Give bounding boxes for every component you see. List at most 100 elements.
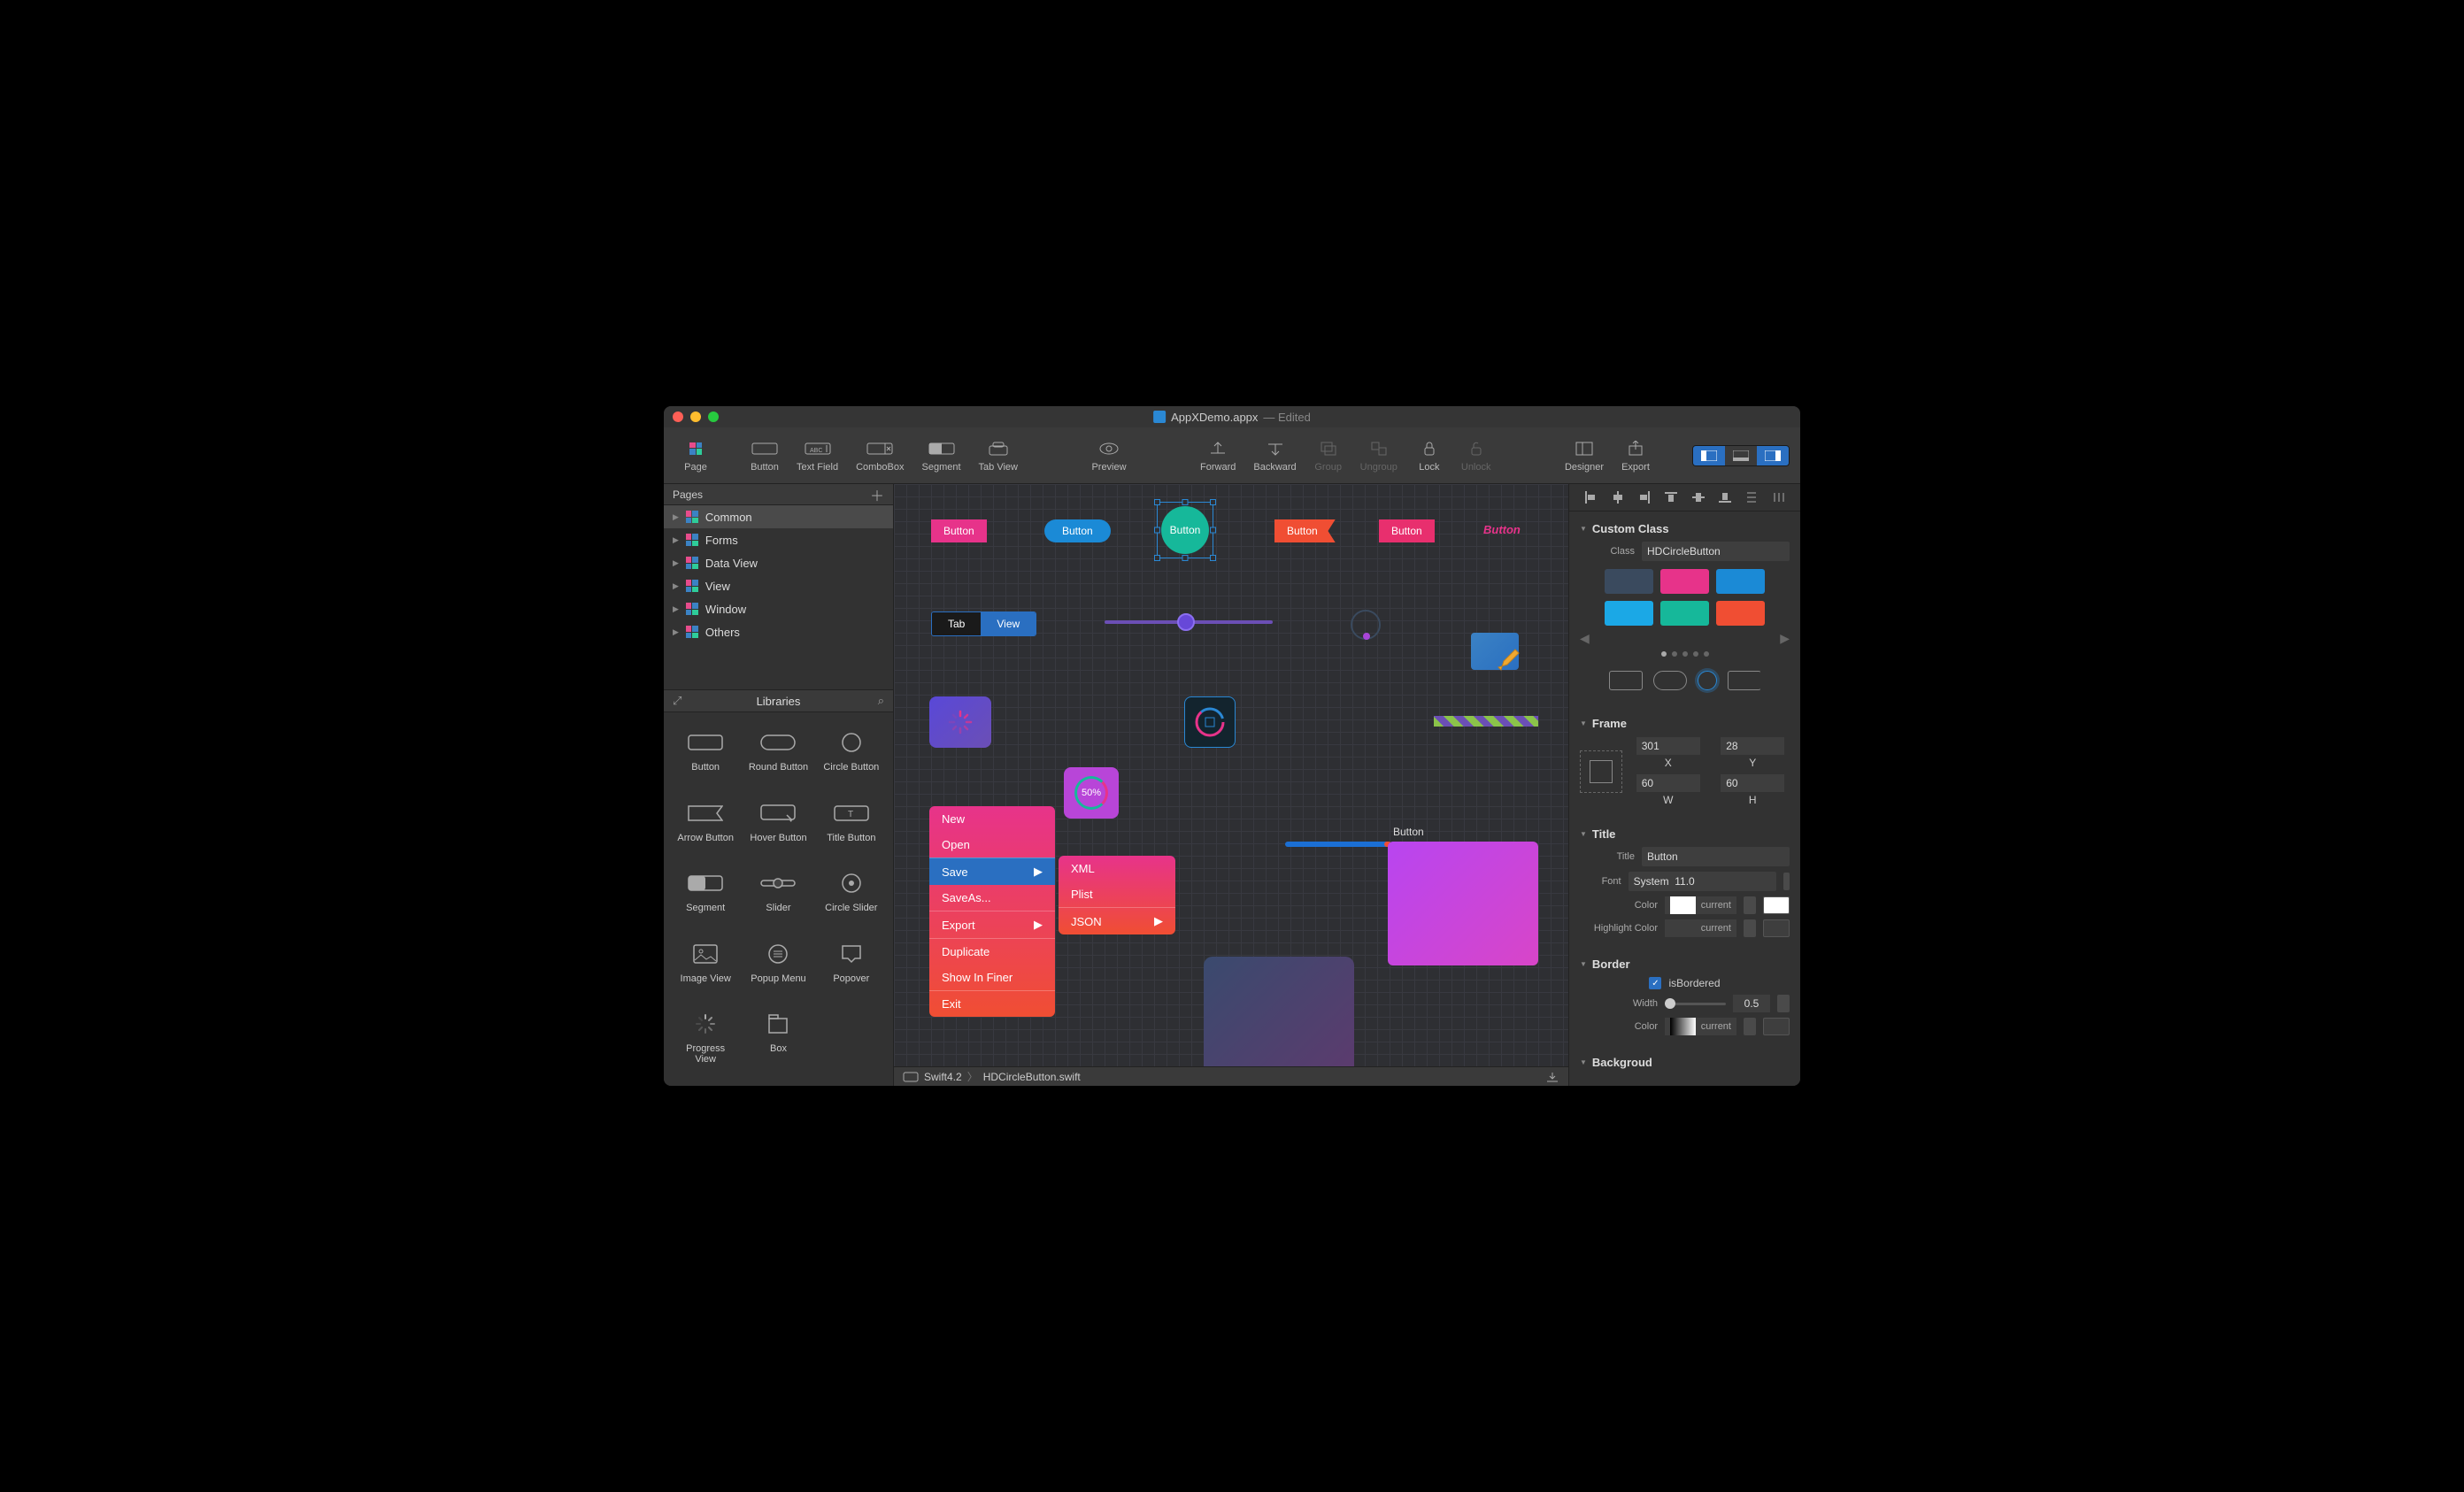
- swatch-1[interactable]: [1605, 569, 1653, 594]
- canvas-progress-3[interactable]: [1184, 696, 1236, 748]
- swatch-6[interactable]: [1716, 601, 1765, 626]
- frame-x-input[interactable]: [1636, 737, 1700, 755]
- swatch-4[interactable]: [1605, 601, 1653, 626]
- lib-circle-slider[interactable]: Circle Slider: [817, 860, 886, 927]
- frame-w-input[interactable]: [1636, 774, 1700, 792]
- page-item-dataview[interactable]: ▶Data View: [664, 551, 893, 574]
- menu-save[interactable]: Save▶: [929, 858, 1055, 885]
- segment-tool[interactable]: Segment: [915, 439, 968, 473]
- shape-circle[interactable]: [1698, 671, 1717, 690]
- download-icon[interactable]: [1545, 1071, 1559, 1083]
- bordered-checkbox[interactable]: ✓: [1649, 977, 1661, 989]
- canvas-button-circle[interactable]: Button: [1161, 506, 1209, 554]
- canvas-progress-bar[interactable]: [1285, 842, 1391, 847]
- font-input[interactable]: [1629, 872, 1776, 891]
- menu-open[interactable]: Open: [929, 832, 1055, 858]
- minimize-window-button[interactable]: [690, 411, 701, 422]
- border-color-well[interactable]: [1763, 1018, 1790, 1035]
- view-bottom-panel-toggle[interactable]: [1725, 446, 1757, 465]
- canvas-progress-stripes[interactable]: [1434, 716, 1538, 727]
- tabview-tool[interactable]: Tab View: [972, 439, 1025, 473]
- button-tool[interactable]: Button: [743, 439, 786, 473]
- breadcrumb-lang[interactable]: Swift4.2: [924, 1071, 962, 1083]
- add-page-button[interactable]: ＋: [870, 484, 884, 505]
- lib-image-view[interactable]: Image View: [671, 931, 740, 998]
- canvas-button-arrow[interactable]: Button: [1274, 519, 1336, 542]
- lib-box[interactable]: Box: [743, 1001, 812, 1079]
- canvas-button-blue[interactable]: Button: [1044, 519, 1111, 542]
- lib-popover[interactable]: Popover: [817, 931, 886, 998]
- expand-icon[interactable]: ⤢: [673, 694, 681, 708]
- align-top-icon[interactable]: [1665, 491, 1677, 504]
- frame-diagram[interactable]: [1580, 750, 1622, 793]
- lock-tool[interactable]: Lock: [1408, 439, 1451, 473]
- canvas-circle-slider[interactable]: [1351, 610, 1381, 640]
- frame-h-input[interactable]: [1721, 774, 1784, 792]
- lib-slider[interactable]: Slider: [743, 860, 812, 927]
- menu-new[interactable]: New: [929, 806, 1055, 832]
- title-color-picker[interactable]: current: [1665, 896, 1736, 914]
- canvas-submenu[interactable]: XML Plist JSON▶: [1059, 856, 1175, 934]
- canvas[interactable]: Button Button Button Button Button Butto…: [894, 484, 1568, 1086]
- preview-tool[interactable]: Preview: [1084, 439, 1133, 473]
- shape-rounded[interactable]: [1653, 671, 1687, 690]
- border-color-picker[interactable]: current: [1665, 1018, 1736, 1035]
- align-right-icon[interactable]: [1638, 491, 1651, 504]
- page-item-common[interactable]: ▶Common: [664, 505, 893, 528]
- canvas-segment[interactable]: TabView: [931, 611, 1036, 636]
- highlight-color-picker[interactable]: current: [1665, 919, 1736, 937]
- highlight-color-well[interactable]: [1763, 919, 1790, 937]
- lib-hover-button[interactable]: Hover Button: [743, 790, 812, 858]
- lib-arrow-button[interactable]: Arrow Button: [671, 790, 740, 858]
- canvas-button-pink[interactable]: Button: [931, 519, 987, 542]
- canvas-slider[interactable]: [1105, 620, 1273, 624]
- lib-circle-button[interactable]: Circle Button: [817, 719, 886, 787]
- align-left-icon[interactable]: [1584, 491, 1597, 504]
- lib-title-button[interactable]: TTitle Button: [817, 790, 886, 858]
- title-color-stepper[interactable]: [1744, 896, 1756, 914]
- menu-export[interactable]: Export▶: [929, 911, 1055, 938]
- canvas-button-hover[interactable]: Button: [1379, 519, 1435, 542]
- maximize-window-button[interactable]: [708, 411, 719, 422]
- menu-showinfiner[interactable]: Show In Finer: [929, 965, 1055, 990]
- submenu-xml[interactable]: XML: [1059, 856, 1175, 881]
- lib-popup-menu[interactable]: Popup Menu: [743, 931, 812, 998]
- view-left-panel-toggle[interactable]: [1693, 446, 1725, 465]
- title-input[interactable]: [1642, 847, 1790, 866]
- distribute-h-icon[interactable]: [1745, 491, 1758, 504]
- border-width-input[interactable]: [1733, 995, 1770, 1012]
- swatch-next[interactable]: ▶: [1780, 631, 1790, 646]
- canvas-image-view[interactable]: [1471, 633, 1519, 670]
- canvas-progress-1[interactable]: [929, 696, 991, 748]
- page-item-others[interactable]: ▶Others: [664, 620, 893, 643]
- submenu-json[interactable]: JSON▶: [1059, 907, 1175, 934]
- border-width-slider[interactable]: [1665, 1003, 1726, 1005]
- lib-segment[interactable]: Segment: [671, 860, 740, 927]
- border-color-stepper[interactable]: [1744, 1018, 1756, 1035]
- swatch-5[interactable]: [1660, 601, 1709, 626]
- align-vcenter-icon[interactable]: [1692, 491, 1705, 504]
- canvas-box[interactable]: Button: [1388, 842, 1538, 965]
- lib-button[interactable]: Button: [671, 719, 740, 787]
- swatch-prev[interactable]: ◀: [1580, 631, 1590, 646]
- page-tool[interactable]: Page: [674, 439, 717, 473]
- combobox-tool[interactable]: ComboBox: [849, 439, 911, 473]
- canvas-popup-menu[interactable]: New Open Save▶ SaveAs... Export▶ Duplica…: [929, 806, 1055, 1017]
- search-icon[interactable]: ⌕: [878, 694, 884, 708]
- align-bottom-icon[interactable]: [1719, 491, 1731, 504]
- designer-tool[interactable]: Designer: [1558, 439, 1611, 473]
- menu-exit[interactable]: Exit: [929, 990, 1055, 1017]
- distribute-v-icon[interactable]: [1773, 491, 1785, 504]
- slider-thumb[interactable]: [1177, 613, 1195, 631]
- title-color-well[interactable]: [1763, 896, 1790, 914]
- page-item-forms[interactable]: ▶Forms: [664, 528, 893, 551]
- shape-rect[interactable]: [1609, 671, 1643, 690]
- page-item-window[interactable]: ▶Window: [664, 597, 893, 620]
- swatch-2[interactable]: [1660, 569, 1709, 594]
- page-item-view[interactable]: ▶View: [664, 574, 893, 597]
- backward-tool[interactable]: Backward: [1246, 439, 1303, 473]
- breadcrumb-file[interactable]: HDCircleButton.swift: [983, 1071, 1081, 1083]
- lib-progress-view[interactable]: Progress View: [671, 1001, 740, 1079]
- hcolor-stepper[interactable]: [1744, 919, 1756, 937]
- export-tool[interactable]: Export: [1614, 439, 1657, 473]
